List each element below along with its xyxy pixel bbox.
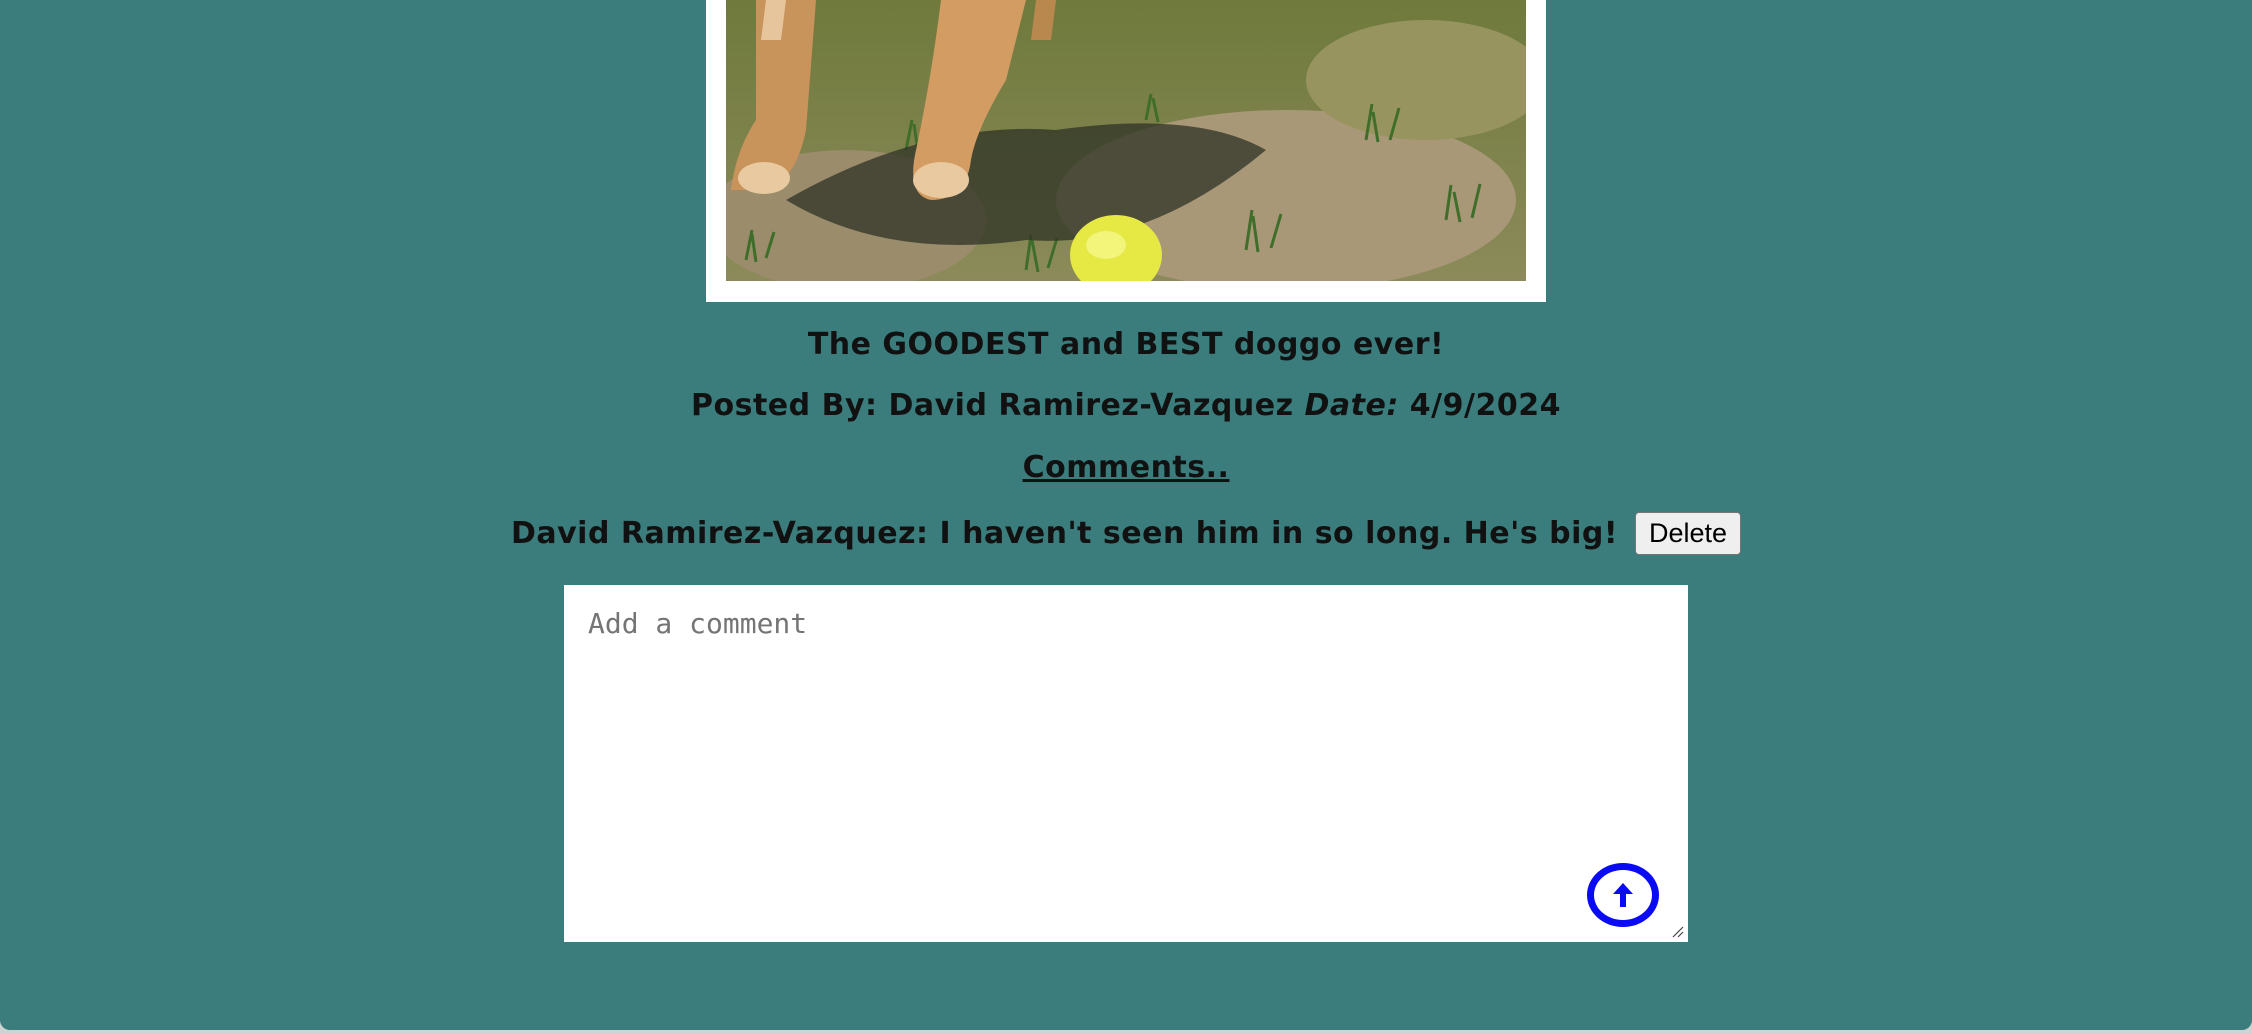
comment-input[interactable] (564, 585, 1688, 942)
post-meta: Posted By: David Ramirez-Vazquez Date: 4… (0, 388, 2252, 423)
comment-form (564, 585, 1688, 942)
comment-text: David Ramirez-Vazquez: I haven't seen hi… (510, 516, 1619, 551)
submit-comment-button[interactable] (1587, 863, 1659, 927)
posted-by-label: Posted By: (691, 388, 878, 423)
post-date: 4/9/2024 (1409, 388, 1561, 423)
date-label: Date: (1304, 388, 1399, 423)
comments-heading: Comments.. (1022, 450, 1230, 485)
resize-handle-icon[interactable] (1670, 924, 1684, 938)
dog-photo-icon (726, 0, 1526, 281)
post-image (726, 0, 1526, 281)
page-background: The GOODEST and BEST doggo ever! Posted … (0, 0, 2252, 1030)
post-author: David Ramirez-Vazquez (888, 388, 1294, 423)
delete-comment-button[interactable]: Delete (1634, 512, 1742, 555)
post-image-frame (706, 0, 1546, 302)
post-caption: The GOODEST and BEST doggo ever! (807, 327, 1445, 362)
comment-item: David Ramirez-Vazquez: I haven't seen hi… (0, 512, 2252, 555)
arrow-up-icon (1613, 883, 1633, 907)
